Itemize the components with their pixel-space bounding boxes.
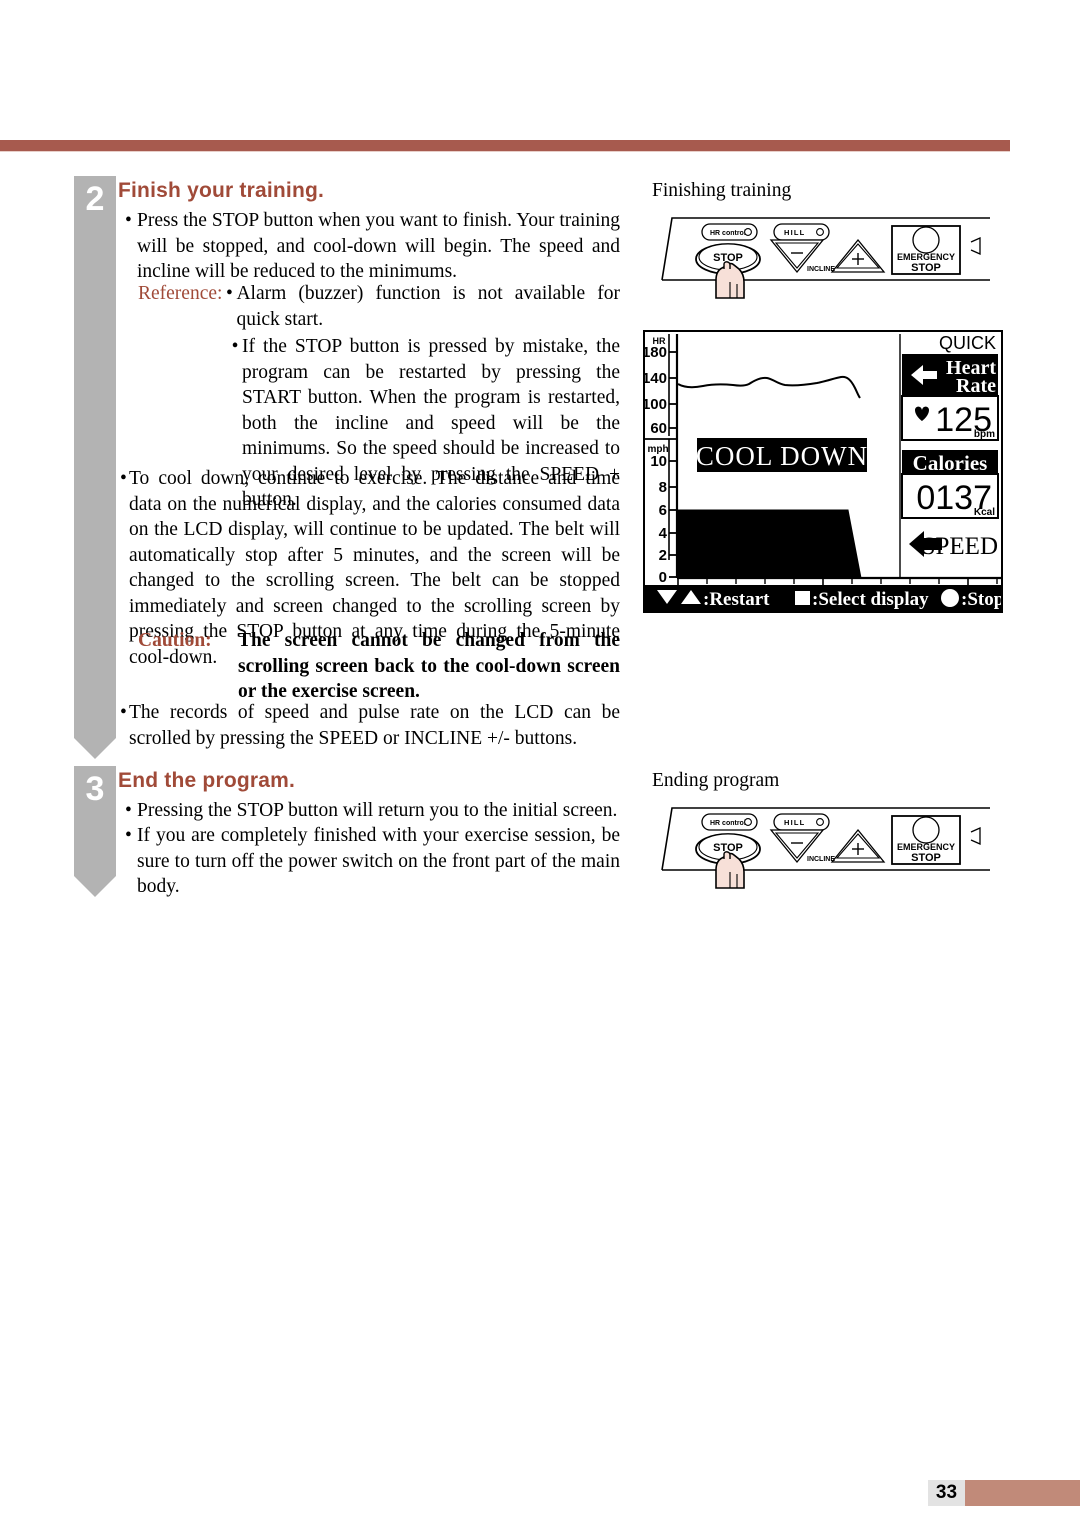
header-rule — [0, 140, 1010, 152]
step2-bullet-1: • Press the STOP button when you want to… — [125, 208, 620, 285]
step3-bullet-1-text: Pressing the STOP button will return you… — [137, 800, 618, 821]
section-heading-finish-training: Finish your training. — [118, 179, 325, 202]
bullet-icon: • — [120, 702, 127, 723]
speed-tick-2: 2 — [659, 547, 667, 564]
footer-bar — [965, 1480, 1080, 1506]
page-number: 33 — [928, 1480, 965, 1506]
speed-area — [677, 509, 862, 579]
x-axis-ticks — [677, 578, 998, 586]
hr-axis-group: HR 180 140 100 60 — [645, 334, 677, 437]
lcd-status-bar: :Restart :Select display :Stop — [645, 585, 1001, 611]
cool-down-banner: COOL DOWN — [696, 438, 868, 472]
step-marker-2: 2 — [74, 176, 116, 759]
incline-label: INCLINE — [807, 266, 835, 273]
figure-caption-ending-program: Ending program — [652, 770, 780, 791]
hill-button-icon: HILL — [773, 223, 830, 241]
bullet-icon: • — [125, 825, 132, 846]
svg-text:STOP: STOP — [911, 262, 941, 274]
svg-text:EMERGENCY: EMERGENCY — [897, 842, 955, 852]
section-heading-end-program: End the program. — [118, 769, 296, 792]
console-illustration-ending: HR control HILL STOP INCLINE EMERGENCY S… — [660, 802, 990, 892]
step-marker-3-number: 3 — [85, 770, 105, 808]
reference-label: Reference: — [138, 283, 223, 304]
svg-text:HR control: HR control — [710, 820, 746, 827]
bullet-icon: • — [231, 336, 239, 357]
step3-bullet-2: • If you are completely finished with yo… — [125, 823, 620, 900]
quick-mode-label: QUICK — [939, 333, 996, 353]
svg-text:STOP: STOP — [911, 852, 941, 864]
console-illustration-finishing: HR control HILL STOP INCLINE EMERGENCY S… — [660, 212, 990, 302]
svg-text:HILL: HILL — [784, 228, 805, 237]
emergency-stop-button-icon: EMERGENCY STOP — [891, 225, 961, 275]
caution-text: The screen cannot be changed from the sc… — [238, 630, 620, 702]
hill-button-icon: HILL — [773, 813, 830, 831]
speed-nav: SPEED — [909, 531, 998, 560]
cool-down-banner-text: COOL DOWN — [696, 441, 868, 471]
step-marker-2-tip — [74, 738, 116, 759]
speed-tick-8: 8 — [659, 479, 667, 496]
stop-label: :Stop — [961, 589, 1001, 610]
svg-text:EMERGENCY: EMERGENCY — [897, 252, 955, 262]
svg-text:HILL: HILL — [784, 818, 805, 827]
bullet-icon: • — [125, 210, 132, 231]
step2-caution-block: Caution: The screen cannot be changed fr… — [138, 628, 620, 705]
speed-tick-10: 10 — [650, 453, 667, 470]
bullet-icon: • — [125, 800, 132, 821]
heart-rate-title-line2: Rate — [956, 375, 996, 397]
step-marker-3: 3 — [74, 766, 116, 897]
svg-text:HR control: HR control — [710, 230, 746, 237]
heart-rate-trace — [677, 375, 861, 399]
circle-icon — [941, 589, 959, 607]
step3-bullet-2-text: If you are completely finished with your… — [137, 825, 620, 897]
incline-plus-button-icon — [830, 238, 886, 273]
calories-panel: Calories 0137 Kcal — [901, 450, 999, 519]
lcd-display: HR 180 140 100 60 mph 10 8 6 4 2 0 COOL … — [643, 330, 1003, 613]
speed-tick-0: 0 — [659, 569, 667, 586]
bullet-icon: • — [226, 283, 233, 304]
figure-caption-finishing-training: Finishing training — [652, 180, 792, 201]
step2-bullet-3: • The records of speed and pulse rate on… — [120, 700, 620, 751]
bullet-icon: • — [120, 468, 127, 489]
hr-tick-100: 100 — [645, 396, 667, 413]
hr-control-button-icon: HR control — [701, 223, 758, 241]
restart-label: :Restart — [703, 589, 770, 610]
calories-unit: Kcal — [974, 507, 995, 518]
reference-item-1-text: Alarm (buzzer) function is not available… — [236, 283, 620, 330]
hr-tick-140: 140 — [645, 370, 667, 387]
step3-bullet-1: • Pressing the STOP button will return y… — [125, 798, 620, 824]
step-marker-3-tip — [74, 876, 116, 897]
speed-axis-group: mph 10 8 6 4 2 0 — [647, 439, 677, 586]
hr-tick-180: 180 — [645, 344, 667, 361]
emergency-stop-button-icon: EMERGENCY STOP — [891, 815, 961, 865]
speed-tick-4: 4 — [659, 525, 668, 542]
incline-plus-button-icon — [830, 828, 886, 863]
caution-label: Caution: — [138, 630, 212, 651]
select-display-label: :Select display — [812, 589, 929, 610]
hr-control-button-icon: HR control — [701, 813, 758, 831]
step2-bullet-3-text: The records of speed and pulse rate on t… — [129, 702, 620, 749]
step2-bullet-1-text: Press the STOP button when you want to f… — [137, 210, 620, 282]
hr-tick-60: 60 — [650, 420, 667, 437]
heart-rate-unit: bpm — [974, 429, 995, 440]
heart-rate-panel: Heart Rate 125 bpm — [901, 354, 999, 441]
step-marker-2-number: 2 — [85, 180, 105, 218]
square-icon — [795, 591, 810, 605]
incline-label: INCLINE — [807, 856, 835, 863]
speed-nav-label: SPEED — [922, 533, 998, 560]
calories-title: Calories — [913, 451, 988, 475]
speed-tick-6: 6 — [659, 502, 667, 519]
